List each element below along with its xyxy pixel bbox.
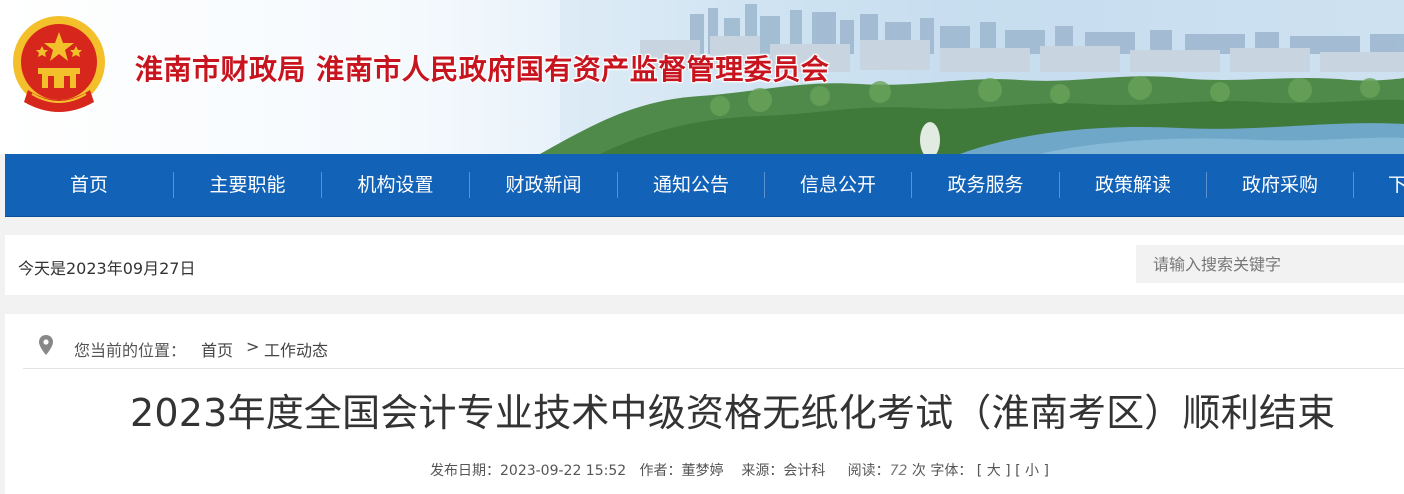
search-input[interactable] [1136, 245, 1404, 283]
author-name: 董梦婷 [681, 463, 724, 479]
source-label: 来源： [741, 463, 784, 479]
nav-item-more[interactable]: 下 [1388, 154, 1404, 216]
view-count: 72 [889, 463, 908, 479]
location-pin-icon [39, 335, 53, 355]
article-panel: 您当前的位置： 首页 > 工作动态 2023年度全国会计专业技术中级资格无纸化考… [5, 314, 1404, 494]
breadcrumb-separator: > [246, 337, 260, 356]
national-emblem-icon [13, 16, 105, 112]
nav-item-info-disclosure[interactable]: 信息公开 [765, 154, 911, 216]
nav-item-main-functions[interactable]: 主要职能 [174, 154, 321, 216]
nav-item-notices[interactable]: 通知公告 [618, 154, 764, 216]
breadcrumb-current-link[interactable]: 工作动态 [264, 337, 328, 361]
article-title: 2023年度全国会计专业技术中级资格无纸化考试（淮南考区）顺利结束 [130, 391, 1336, 435]
main-nav: 首页 主要职能 机构设置 财政新闻 通知公告 信息公开 政务服务 政策解读 政府… [5, 154, 1404, 217]
views-label: 阅读： [847, 463, 890, 479]
breadcrumb-label: 您当前的位置： [74, 341, 187, 360]
date-search-bar: 今天是2023年09月27日 [5, 235, 1404, 295]
site-title[interactable]: 淮南市财政局 淮南市人民政府国有资产监督管理委员会 [135, 48, 829, 88]
nav-divider [1353, 172, 1354, 198]
nav-item-gov-services[interactable]: 政务服务 [912, 154, 1059, 216]
source-name: 会计科 [783, 463, 826, 479]
publish-date-label: 发布日期： [430, 463, 500, 479]
nav-item-policy-interpretation[interactable]: 政策解读 [1060, 154, 1206, 216]
breadcrumb-divider [23, 368, 1404, 369]
font-size-label: 字体： [930, 463, 973, 479]
publish-date: 2023-09-22 15:52 [500, 463, 627, 479]
views-unit: 次 [911, 463, 926, 479]
nav-item-home[interactable]: 首页 [5, 154, 173, 216]
article-meta: 发布日期：2023-09-22 15:52 作者：董梦婷 来源：会计科 阅读：7… [430, 460, 1049, 480]
author-label: 作者： [639, 463, 682, 479]
breadcrumb-home-link[interactable]: 首页 [201, 337, 233, 361]
nav-item-gov-procurement[interactable]: 政府采购 [1207, 154, 1353, 216]
nav-item-finance-news[interactable]: 财政新闻 [470, 154, 617, 216]
today-date: 今天是2023年09月27日 [18, 259, 196, 278]
nav-item-organization[interactable]: 机构设置 [322, 154, 469, 216]
font-small-button[interactable]: [ 小 ] [1015, 460, 1049, 480]
header-banner: 淮南市财政局 淮南市人民政府国有资产监督管理委员会 [0, 0, 1404, 154]
font-large-button[interactable]: [ 大 ] [977, 460, 1011, 480]
